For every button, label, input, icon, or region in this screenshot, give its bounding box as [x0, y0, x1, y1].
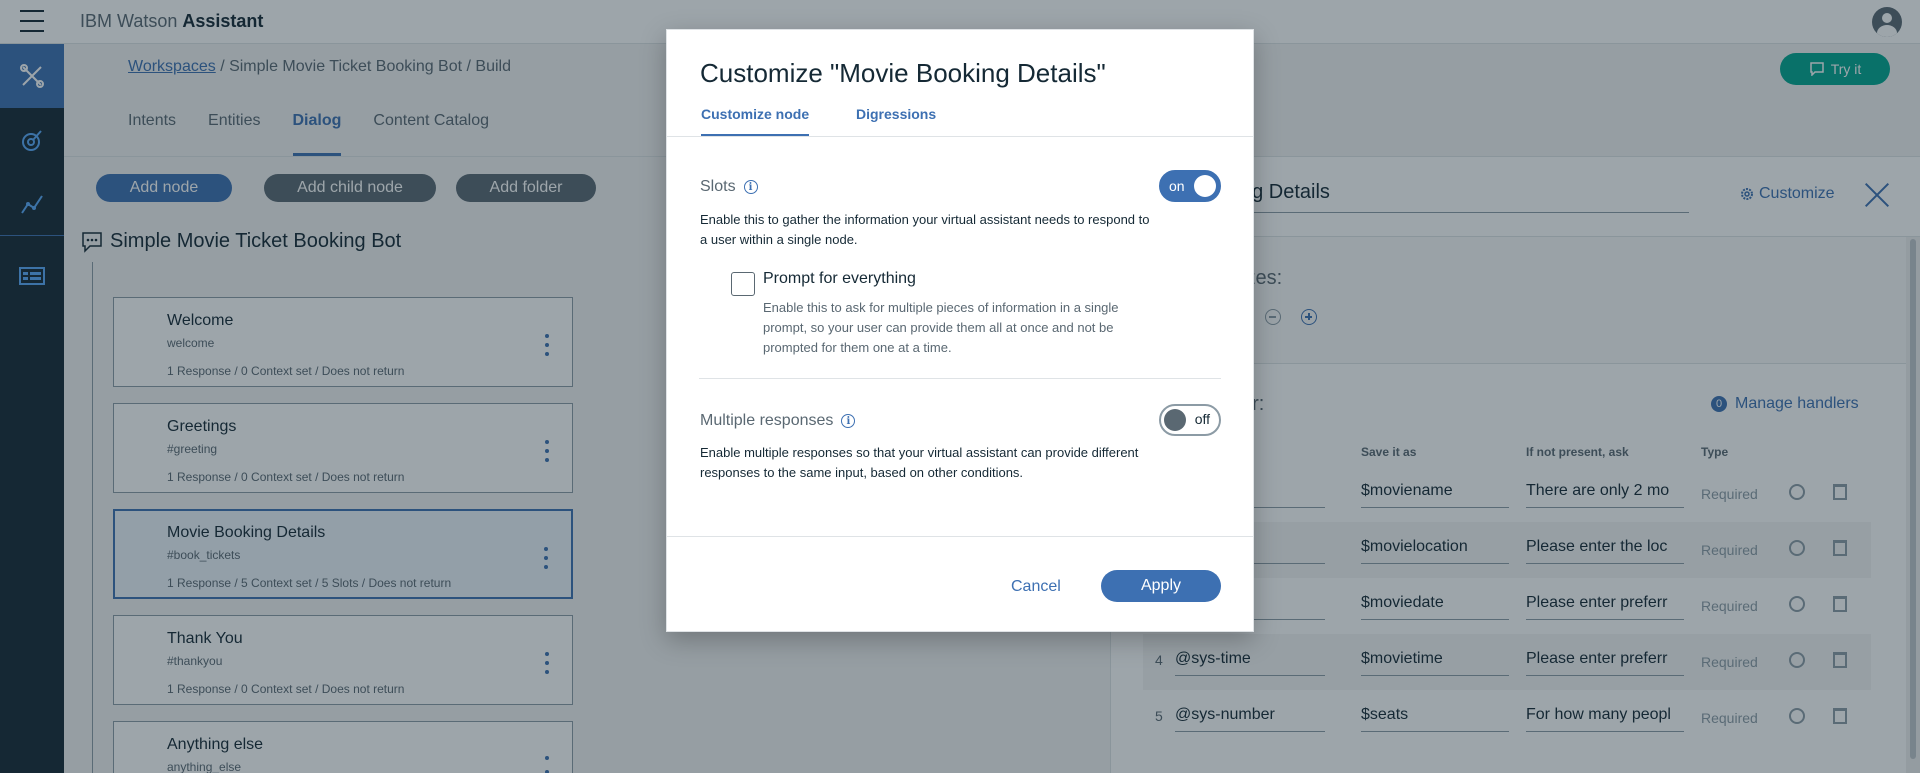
modal-tabs-divider: [667, 136, 1253, 137]
tab-digressions[interactable]: Digressions: [856, 106, 936, 134]
cancel-button[interactable]: Cancel: [997, 573, 1075, 603]
slots-toggle[interactable]: on: [1159, 170, 1221, 202]
toggle-knob: [1164, 409, 1186, 431]
tab-customize-node[interactable]: Customize node: [701, 106, 810, 137]
multiple-responses-toggle[interactable]: off: [1159, 404, 1221, 436]
customize-node-modal: Customize "Movie Booking Details" Custom…: [666, 29, 1254, 632]
prompt-for-everything-description: Enable this to ask for multiple pieces o…: [763, 300, 1119, 355]
toggle-knob: [1194, 175, 1216, 197]
multiple-responses-description: Enable multiple responses so that your v…: [700, 445, 1139, 480]
slots-label-group: Slots i: [700, 178, 758, 196]
multiple-responses-info-icon[interactable]: i: [841, 414, 856, 428]
slots-toggle-label: on: [1169, 178, 1185, 194]
prompt-for-everything-checkbox[interactable]: [731, 272, 755, 296]
slots-info-icon[interactable]: i: [743, 180, 758, 194]
modal-footer-divider: [667, 536, 1253, 537]
prompt-for-everything-label[interactable]: Prompt for everything: [763, 270, 916, 288]
modal-title: Customize "Movie Booking Details": [700, 58, 1106, 88]
multiple-responses-label-group: Multiple responses i: [700, 412, 856, 430]
multiple-responses-label: Multiple responses: [700, 412, 834, 429]
slots-description: Enable this to gather the information yo…: [700, 212, 1150, 247]
slots-label: Slots: [700, 178, 736, 195]
multiple-responses-toggle-label: off: [1194, 411, 1210, 427]
apply-button[interactable]: Apply: [1101, 570, 1221, 602]
modal-section-divider: [699, 378, 1221, 379]
